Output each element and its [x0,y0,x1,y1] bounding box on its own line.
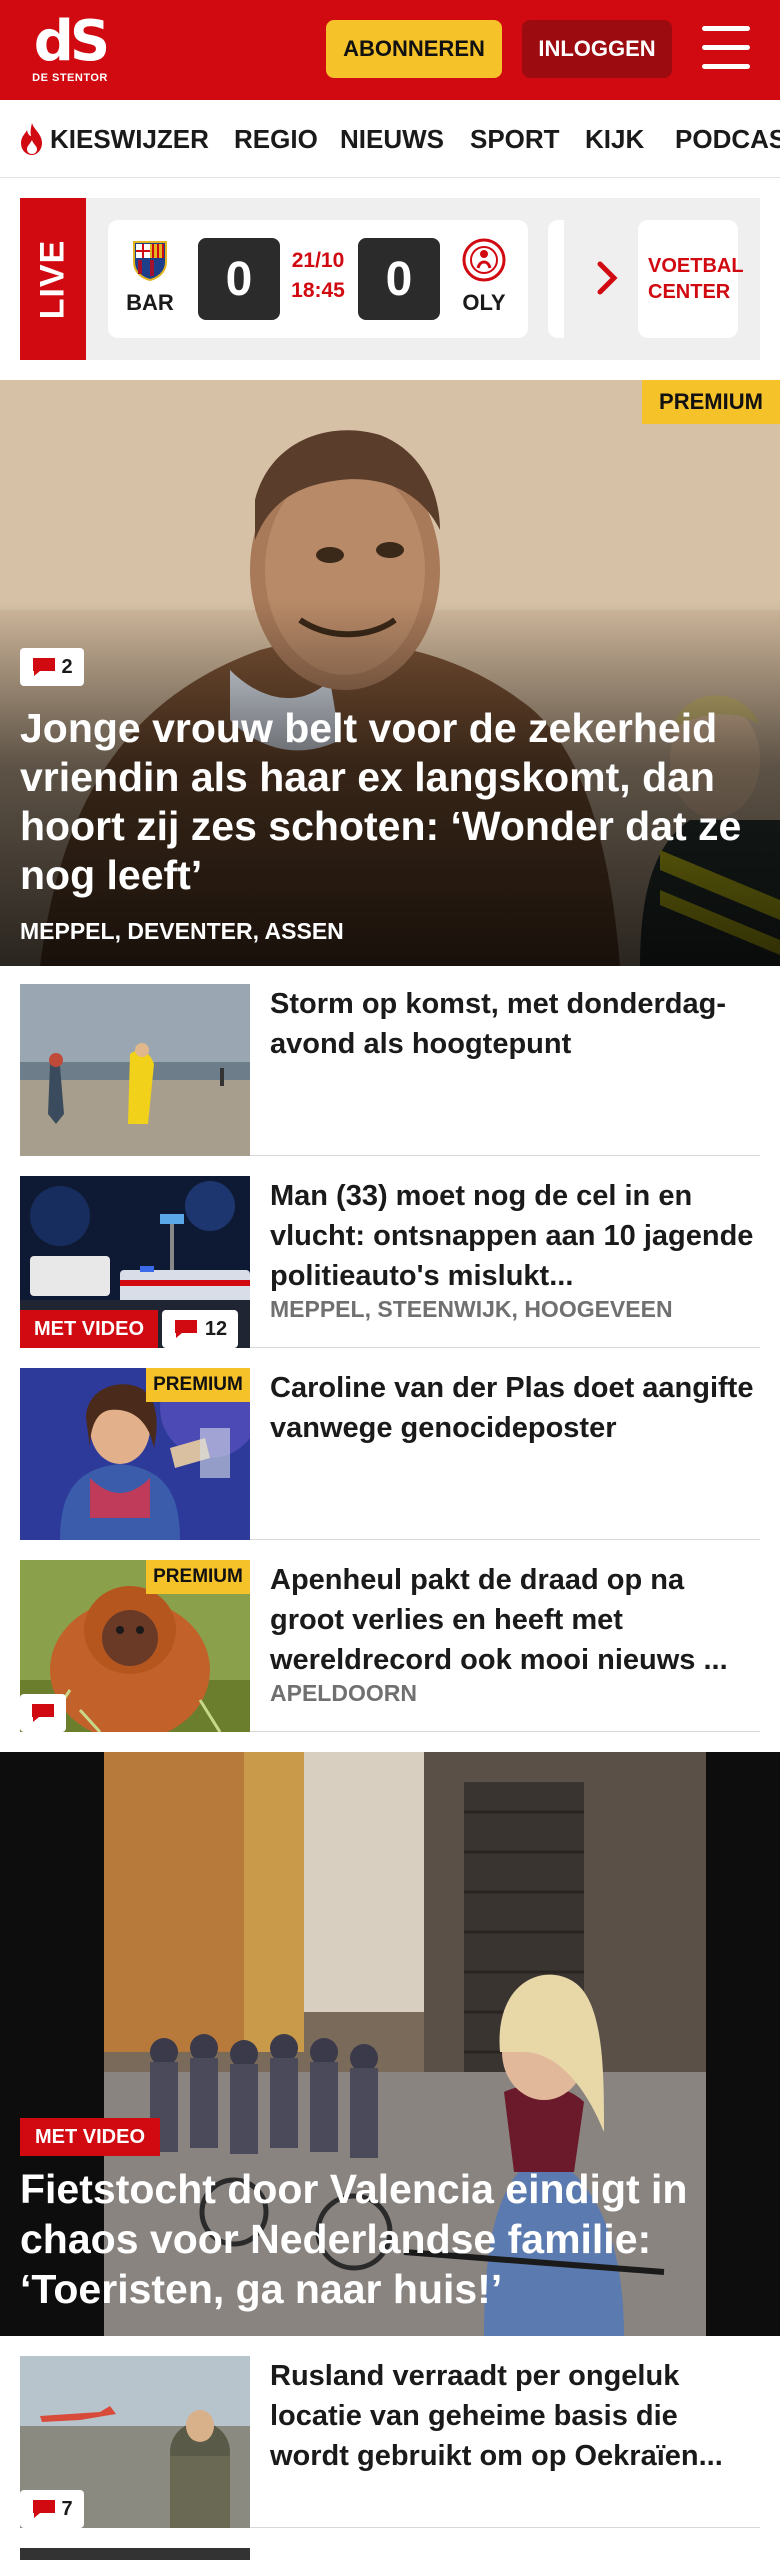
comment-icon [174,1320,197,1338]
barcelona-crest-icon [133,241,167,282]
article-title[interactable]: Storm op komst, met donderdag­avond als … [270,984,760,1064]
article-list-item[interactable]: PREMIUM Apenheul pakt de draad op na gro… [20,1560,760,1732]
hamburger-menu-icon[interactable] [702,26,750,70]
logo-subtitle: DE STENTOR [32,72,108,84]
chevron-right-icon[interactable] [588,250,628,306]
hero-location: MEPPEL, DEVENTER, ASSEN [20,918,344,944]
site-logo[interactable]: dS DE STENTOR [30,14,110,88]
comment-icon [33,2500,56,2518]
nav-item-podcasts[interactable]: PODCAS [675,100,780,177]
premium-badge: PREMIUM [146,1560,250,1594]
home-score: 0 [198,238,280,320]
article-location: APELDOORN [270,1680,417,1706]
match-datetime: 21/10 18:45 [284,246,352,306]
hero-title[interactable]: Jonge vrouw belt voor de zekerheid vrien… [20,704,760,900]
nav-item-sport[interactable]: SPORT [470,100,560,177]
voetbal-center-link[interactable]: VOETBAL CENTER [638,220,744,338]
nav-label: KIESWIJZER [50,123,209,154]
login-button[interactable]: INLOGGEN [522,20,672,78]
video-tag: MET VIDEO [20,2118,160,2156]
article-list-item[interactable]: PREMIUM Caroline van der Plas doet aangi… [20,1368,760,1540]
comments-badge[interactable]: 7 [20,2490,84,2528]
comment-icon [32,1704,54,1722]
nav-item-nieuws[interactable]: NIEUWS [340,100,444,177]
site-header: dS DE STENTOR ABONNEREN INLOGGEN [0,0,780,100]
away-team-label: OLY [462,290,506,315]
match-time: 18:45 [291,279,345,302]
article-location: MEPPEL, STEENWIJK, HOOGEVEEN [270,1296,673,1322]
comments-badge[interactable] [20,1694,66,1732]
article-list-item[interactable]: 7 Rusland verraadt per ongeluk locatie v… [20,2356,760,2528]
flame-icon [21,123,42,155]
away-score: 0 [358,238,440,320]
article-title[interactable]: Apenheul pakt de draad op na groot verli… [270,1560,760,1680]
nav-item-regio[interactable]: REGIO [234,100,318,177]
article-thumbnail-storm [20,984,250,1156]
article-title[interactable]: Man (33) moet nog de cel in en vlucht: o… [270,1176,760,1296]
home-team-label: BAR [126,290,174,315]
article-title[interactable]: Rusland verraadt per ongeluk locatie van… [270,2356,760,2476]
premium-badge: PREMIUM [146,1368,250,1402]
article-list-item[interactable]: Storm op komst, met donderdag­avond als … [20,984,760,1156]
comments-badge[interactable]: 12 [162,1310,238,1348]
article-list-item[interactable]: MET VIDEO 12 Man (33) moet nog de cel in… [20,1176,760,1348]
nav-item-kijk[interactable]: KIJK [585,100,644,177]
hero-article[interactable]: PREMIUM 2 Jonge vrouw belt voor de zeker… [0,380,780,966]
olympiacos-crest-icon [462,238,506,282]
live-tag: LIVE [20,198,86,360]
main-navigation: KIESWIJZER REGIO NIEUWS SPORT KIJK PODCA… [0,100,780,178]
next-article-thumbnail-cutoff [20,2548,250,2560]
video-hero-title[interactable]: Fietstocht door Valencia eindigt in chao… [20,2164,760,2314]
premium-badge: PREMIUM [642,380,780,424]
subscribe-button[interactable]: ABONNEREN [326,20,502,78]
match-date: 21/10 [291,249,345,272]
next-match-card[interactable] [548,220,564,338]
video-tag: MET VIDEO [20,1310,158,1348]
comment-icon [33,658,56,676]
video-hero-article[interactable]: MET VIDEO Fietstocht door Valencia eindi… [0,1752,780,2336]
article-title[interactable]: Caroline van der Plas doet aangifte vanw… [270,1368,760,1448]
nav-item-kieswijzer[interactable]: KIESWIJZER [18,100,209,177]
match-card[interactable]: BAR 0 21/10 18:45 0 OLY [108,220,528,338]
comments-badge[interactable]: 2 [20,648,84,686]
live-scores-bar: LIVE BAR 0 21/10 18:45 0 OLY VOETBAL CEN… [20,198,760,360]
logo-mark: dS [33,9,110,74]
